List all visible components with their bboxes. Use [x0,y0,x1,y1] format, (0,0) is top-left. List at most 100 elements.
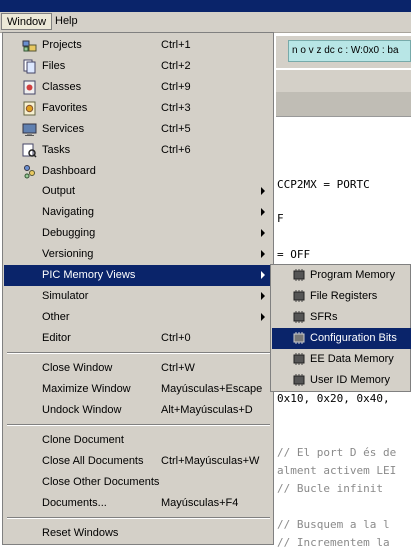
menu-item-close-all-documents[interactable]: Close All Documents Ctrl+Mayúsculas+W [4,451,272,472]
submenu-item-configuration-bits[interactable]: Configuration Bits [272,328,411,349]
code-line: CCP2MX = PORTC [277,178,370,191]
menu-item-label: Reset Windows [42,527,119,539]
menu-item-shortcut: Ctrl+W [161,362,195,374]
menu-item-shortcut: Mayúsculas+F4 [161,497,239,509]
menu-item-label: Clone Document [42,434,124,446]
menu-item-tasks[interactable]: Tasks Ctrl+6 [4,140,272,161]
menu-item-versioning[interactable]: Versioning [4,244,272,265]
status-register-field: n o v z dc c : W:0x0 : ba [288,40,411,62]
pic-memory-views-submenu: Program Memory File Registers SFRs Confi… [270,264,411,392]
menu-item-shortcut: Ctrl+2 [161,60,191,72]
menu-item-services[interactable]: Services Ctrl+5 [4,119,272,140]
submenu-arrow-icon [261,250,265,258]
menu-item-shortcut: Ctrl+5 [161,123,191,135]
menu-separator [7,517,270,519]
submenu-item-ee-data-memory[interactable]: EE Data Memory [272,349,411,370]
menu-item-label: Classes [42,81,82,93]
menu-item-editor[interactable]: Editor Ctrl+0 [4,328,272,349]
memory-chip-icon [293,332,305,344]
menu-item-label: Simulator [42,290,89,302]
menu-item-documents[interactable]: Documents... Mayúsculas+F4 [4,493,272,514]
submenu-arrow-icon [261,229,265,237]
menu-item-label: Tasks [42,144,71,156]
projects-icon [22,40,37,52]
menu-item-simulator[interactable]: Simulator [4,286,272,307]
menu-item-maximize-window[interactable]: Maximize Window Mayúsculas+Escape [4,379,272,400]
menu-help[interactable]: Help [50,13,83,30]
menu-item-classes[interactable]: Classes Ctrl+9 [4,77,272,98]
menu-item-label: Documents... [42,497,107,509]
menu-item-label: Services [42,123,85,135]
code-line: F [277,212,284,225]
menu-item-shortcut: Ctrl+0 [161,332,191,344]
code-line: = OFF [277,248,311,261]
favorites-icon [23,101,36,116]
menu-item-navigating[interactable]: Navigating [4,202,272,223]
menu-item-shortcut: Ctrl+6 [161,144,191,156]
menu-item-label: Debugging [42,227,96,239]
menu-item-label: Close All Documents [42,455,144,467]
menu-item-shortcut: Ctrl+1 [161,39,191,51]
memory-chip-icon [293,374,305,386]
submenu-item-label: SFRs [310,311,338,323]
memory-chip-icon [293,353,305,365]
menu-item-reset-windows[interactable]: Reset Windows [4,523,272,544]
menu-item-projects[interactable]: Projects Ctrl+1 [4,35,272,56]
submenu-arrow-icon [261,292,265,300]
menu-item-label: Favorites [42,102,88,114]
submenu-arrow-icon [261,208,265,216]
menu-item-shortcut: Mayúsculas+Escape [161,383,263,395]
tasks-icon [22,143,37,158]
code-line: alment activem LEI [277,464,397,477]
menu-item-shortcut: Ctrl+Mayúsculas+W [161,455,260,467]
menu-item-other[interactable]: Other [4,307,272,328]
submenu-item-label: Program Memory [310,269,395,281]
menu-item-shortcut: Ctrl+3 [161,102,191,114]
menu-item-undock-window[interactable]: Undock Window Alt+Mayúsculas+D [4,400,272,421]
editor-toolbar [276,92,411,117]
menu-item-dashboard[interactable]: Dashboard [4,161,272,182]
services-icon [22,123,37,136]
memory-chip-icon [293,290,305,302]
submenu-item-label: Configuration Bits [310,332,397,344]
submenu-item-label: User ID Memory [310,374,391,386]
title-bar [0,0,411,12]
menu-item-favorites[interactable]: Favorites Ctrl+3 [4,98,272,119]
submenu-arrow-icon [261,187,265,195]
menu-item-output[interactable]: Output [4,181,272,202]
submenu-item-sfrs[interactable]: SFRs [272,307,411,328]
submenu-item-user-id-memory[interactable]: User ID Memory [272,370,411,391]
menu-item-label: Files [42,60,66,72]
menu-item-label: Output [42,185,76,197]
menu-item-label: PIC Memory Views [42,269,136,281]
menu-bar: Window Help [0,12,411,33]
menu-window[interactable]: Window [1,13,53,30]
menu-item-clone-document[interactable]: Clone Document [4,430,272,451]
menu-item-shortcut: Alt+Mayúsculas+D [161,404,253,416]
menu-item-debugging[interactable]: Debugging [4,223,272,244]
menu-item-label: Other [42,311,70,323]
submenu-arrow-icon [261,271,265,279]
submenu-item-label: EE Data Memory [310,353,394,365]
submenu-item-label: File Registers [310,290,378,302]
menu-item-label: Undock Window [42,404,122,416]
files-icon [23,59,36,74]
menu-item-close-other-documents[interactable]: Close Other Documents [4,472,272,493]
menu-item-label: Navigating [42,206,94,218]
window-menu: Projects Ctrl+1 Files Ctrl+2 Classes Ctr… [2,32,274,545]
submenu-item-file-registers[interactable]: File Registers [272,286,411,307]
menu-item-label: Versioning [42,248,94,260]
menu-item-label: Dashboard [42,165,96,177]
memory-chip-icon [293,269,305,281]
memory-chip-icon [293,311,305,323]
menu-item-label: Close Other Documents [42,476,160,488]
submenu-item-program-memory[interactable]: Program Memory [272,265,411,286]
menu-item-label: Close Window [42,362,113,374]
code-line: 0x10, 0x20, 0x40, [277,392,390,405]
menu-separator [7,352,270,354]
menu-item-pic-memory-views[interactable]: PIC Memory Views [4,265,272,286]
menu-item-close-window[interactable]: Close Window Ctrl+W [4,358,272,379]
menu-item-label: Projects [42,39,82,51]
menu-item-label: Editor [42,332,71,344]
menu-item-files[interactable]: Files Ctrl+2 [4,56,272,77]
